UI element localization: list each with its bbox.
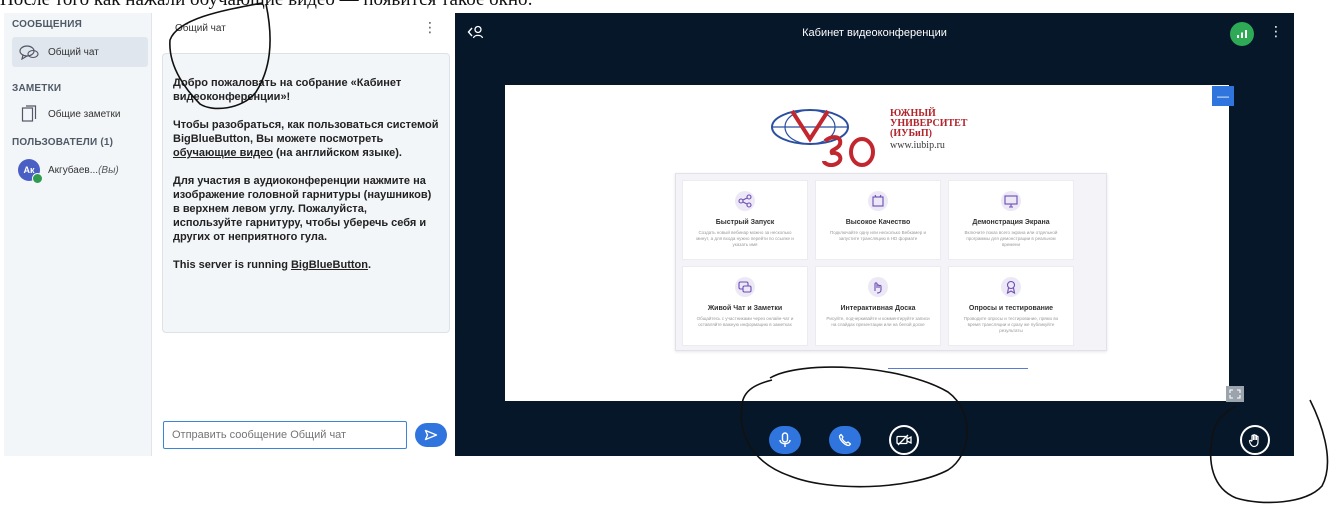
feature-card: Быстрый Запуск Создать новый вебинар мож… bbox=[682, 180, 808, 260]
chat-panel: Общий чат ⋮ Добро пожаловать на собрание… bbox=[157, 13, 453, 456]
mute-microphone-button[interactable] bbox=[769, 426, 801, 454]
feature-title: Демонстрация Экрана bbox=[972, 219, 1050, 226]
users-section-title: ПОЛЬЗОВАТЕЛИ (1) bbox=[12, 137, 114, 148]
shared-notes-label: Общие заметки bbox=[48, 108, 121, 120]
presentation-slide: ЮЖНЫЙ УНИВЕРСИТЕТ (ИУБиП) www.iubip.ru Б… bbox=[505, 85, 1229, 401]
minus-icon: — bbox=[1217, 89, 1229, 103]
screen-share-icon bbox=[949, 187, 1073, 215]
feature-description: Создать новый вебинар можно за несколько… bbox=[696, 230, 794, 247]
notes-section-title: ЗАМЕТКИ bbox=[12, 83, 62, 94]
chat-icon bbox=[683, 273, 807, 301]
connection-status-button[interactable] bbox=[1230, 22, 1254, 46]
user-you-label: (Вы) bbox=[98, 164, 119, 176]
poll-award-icon bbox=[949, 273, 1073, 301]
welcome-p1-post: »! bbox=[280, 91, 291, 103]
feature-description: Рисуйте, подчеркивайте и комментируйте з… bbox=[826, 316, 930, 327]
logo-url: www.iubip.ru bbox=[890, 140, 945, 151]
slide-divider bbox=[888, 368, 1028, 369]
user-list-sidebar: СООБЩЕНИЯ Общий чат ЗАМЕТКИ Общие заметк… bbox=[4, 13, 152, 456]
phone-icon bbox=[838, 433, 852, 447]
feature-description: Включите показ всего экрана или отдельно… bbox=[964, 230, 1058, 247]
welcome-p4-post: . bbox=[367, 259, 372, 271]
feature-description: Общайтесь с участниками через онлайн-чат… bbox=[696, 316, 794, 327]
features-grid: Быстрый Запуск Создать новый вебинар мож… bbox=[675, 173, 1107, 351]
sidebar-item-shared-notes[interactable]: Общие заметки bbox=[12, 99, 148, 129]
share-webcam-button[interactable] bbox=[889, 425, 919, 455]
hand-icon bbox=[1248, 434, 1259, 448]
feature-description: Проводите опросы и тестирование, прямо в… bbox=[963, 316, 1059, 333]
video-off-icon bbox=[896, 434, 912, 446]
minimize-presentation-button[interactable]: — bbox=[1212, 86, 1234, 106]
signal-bars-icon bbox=[1237, 30, 1247, 38]
chat-title: Общий чат bbox=[175, 22, 226, 34]
welcome-paragraph-4: This server is running BigBlueButton. bbox=[173, 258, 439, 272]
bigbluebutton-link[interactable]: BigBlueButton bbox=[291, 259, 368, 271]
chat-header: Общий чат ⋮ bbox=[157, 13, 453, 43]
messages-section-title: СООБЩЕНИЯ bbox=[12, 19, 82, 30]
conference-area: Кабинет видеоконференции ⋮ ЮЖНЫЙ УНИВЕРС… bbox=[455, 13, 1294, 456]
welcome-paragraph-3: Для участия в аудиоконференции нажмите н… bbox=[173, 174, 439, 244]
chat-bubbles-icon bbox=[18, 43, 40, 61]
feature-title: Интерактивная Доска bbox=[840, 305, 916, 312]
welcome-p2-post: (на английском языке). bbox=[272, 147, 402, 159]
conference-options-icon[interactable]: ⋮ bbox=[1269, 23, 1283, 40]
notes-icon bbox=[18, 105, 40, 123]
feature-card: Интерактивная Доска Рисуйте, подчеркивай… bbox=[815, 266, 941, 346]
leave-audio-button[interactable] bbox=[829, 426, 861, 454]
feature-title: Высокое Качество bbox=[845, 219, 911, 226]
tutorial-videos-link[interactable]: обучающие видео bbox=[173, 147, 273, 159]
expand-icon bbox=[1229, 389, 1241, 399]
logo-line-3: (ИУБиП) bbox=[890, 128, 932, 139]
public-chat-label: Общий чат bbox=[48, 46, 99, 58]
feature-card: Демонстрация Экрана Включите показ всего… bbox=[948, 180, 1074, 260]
feature-title: Опросы и тестирование bbox=[968, 305, 1054, 312]
whiteboard-icon bbox=[816, 273, 940, 301]
welcome-message: Добро пожаловать на собрание «Кабинет ви… bbox=[162, 53, 450, 333]
logo-text: ЮЖНЫЙ УНИВЕРСИТЕТ (ИУБиП) www.iubip.ru bbox=[890, 109, 967, 151]
sidebar-item-public-chat[interactable]: Общий чат bbox=[12, 37, 148, 67]
share-icon bbox=[683, 187, 807, 215]
welcome-p2-pre: Чтобы разобраться, как пользоваться сист… bbox=[173, 119, 439, 145]
hd-camera-icon bbox=[816, 187, 940, 215]
feature-title: Быстрый Запуск bbox=[715, 219, 775, 226]
microphone-icon bbox=[779, 432, 791, 447]
chat-input[interactable] bbox=[172, 429, 406, 441]
feature-card: Опросы и тестирование Проводите опросы и… bbox=[948, 266, 1074, 346]
send-arrow-icon bbox=[424, 429, 438, 441]
feature-title: Живой Чат и Заметки bbox=[707, 305, 783, 312]
user-list-item[interactable]: Ак Акгубаев...(Вы) bbox=[12, 155, 148, 185]
feature-card: Высокое Качество Подключайте одну или не… bbox=[815, 180, 941, 260]
welcome-paragraph-2: Чтобы разобраться, как пользоваться сист… bbox=[173, 118, 439, 160]
user-name-label: Акгубаев...(Вы) bbox=[48, 165, 119, 176]
university-logo: ЮЖНЫЙ УНИВЕРСИТЕТ (ИУБиП) www.iubip.ru bbox=[770, 105, 1030, 168]
send-message-button[interactable] bbox=[415, 423, 447, 447]
feature-description: Подключайте одну или несколько Вебкамер … bbox=[829, 230, 927, 241]
document-caption: После того как нажали обучающие видео — … bbox=[0, 0, 1337, 9]
welcome-p4-pre: This server is running bbox=[173, 259, 291, 271]
raise-hand-button[interactable] bbox=[1240, 425, 1270, 455]
voice-status-icon bbox=[32, 173, 43, 184]
chat-options-icon[interactable]: ⋮ bbox=[423, 20, 437, 34]
welcome-paragraph-1: Добро пожаловать на собрание «Кабинет ви… bbox=[173, 76, 439, 104]
globe-logo-icon bbox=[771, 109, 875, 168]
user-name: Акгубаев... bbox=[48, 164, 99, 176]
welcome-p1-pre: Добро пожаловать на собрание « bbox=[173, 77, 357, 89]
conference-title: Кабинет видеоконференции bbox=[802, 27, 947, 39]
avatar: Ак bbox=[18, 159, 43, 184]
feature-card: Живой Чат и Заметки Общайтесь с участник… bbox=[682, 266, 808, 346]
chat-message-field[interactable] bbox=[163, 421, 407, 449]
fullscreen-button[interactable] bbox=[1226, 386, 1244, 402]
